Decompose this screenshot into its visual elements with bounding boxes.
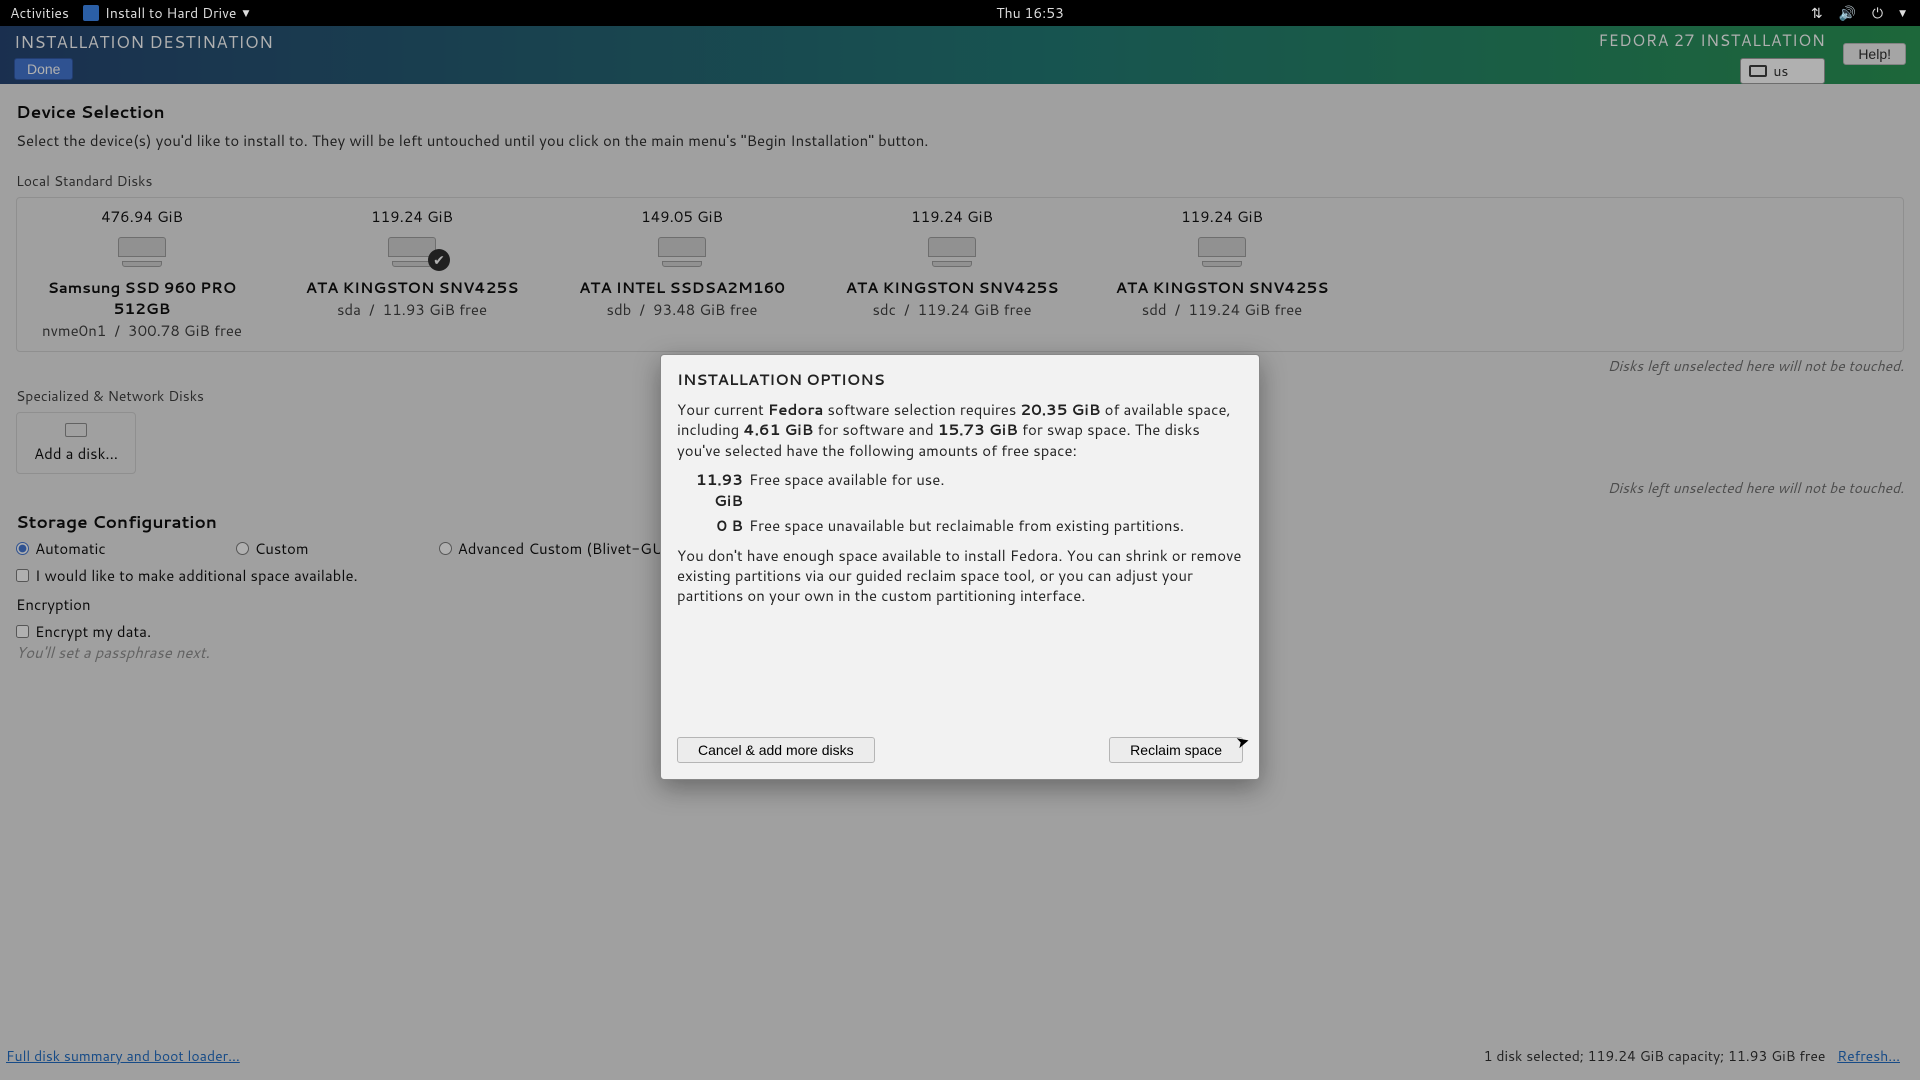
checkbox-label: I would like to make additional space av…	[35, 565, 358, 586]
installer-brand: FEDORA 27 INSTALLATION	[1598, 29, 1825, 52]
disk-capacity: 119.24 GiB	[911, 206, 993, 227]
app-menu[interactable]: Install to Hard Drive ▼	[83, 3, 249, 23]
disk-device: sdb / 93.48 GiB free	[607, 299, 758, 320]
disk-capacity: 476.94 GiB	[101, 206, 183, 227]
hard-drive-icon: ✔	[118, 237, 166, 267]
modal-title: INSTALLATION OPTIONS	[677, 369, 1243, 390]
anaconda-header: INSTALLATION DESTINATION Done FEDORA 27 …	[0, 26, 1920, 84]
watermark: L I N O X I D E . C O M	[8, 975, 860, 1040]
disk-item[interactable]: 476.94 GiB ✔ Samsung SSD 960 PRO 512GBnvme…	[27, 206, 257, 341]
disk-summary-link[interactable]: Full disk summary and boot loader...	[6, 1046, 240, 1066]
modal-requirements-text: Your current Fedora software selection r…	[677, 400, 1243, 461]
modal-advice-text: You don't have enough space available to…	[677, 546, 1243, 607]
local-disks-row: 476.94 GiB ✔ Samsung SSD 960 PRO 512GBnvme…	[16, 197, 1904, 352]
radio-custom[interactable]: Custom	[236, 538, 309, 559]
disk-model: ATA KINGSTON SNV425S	[846, 277, 1059, 298]
gnome-topbar: Activities Install to Hard Drive ▼ Thu 1…	[0, 0, 1920, 26]
device-selection-heading: Device Selection	[16, 100, 1904, 124]
radio-label: Advanced Custom (Blivet-GUI)	[458, 538, 675, 559]
volume-icon[interactable]: 🔊	[1839, 3, 1856, 23]
hard-drive-icon: ✔	[1198, 237, 1246, 267]
disk-model: ATA KINGSTON SNV425S	[306, 277, 519, 298]
network-icon[interactable]: ⇅	[1811, 3, 1823, 23]
free-space-row: 11.93 GiB Free space available for use.	[677, 469, 1243, 511]
local-disks-label: Local Standard Disks	[16, 171, 1904, 191]
reclaimable-space-row: 0 B Free space unavailable but reclaimab…	[677, 515, 1243, 536]
keyboard-layout-label: us	[1773, 61, 1788, 81]
clock[interactable]: Thu 16:53	[249, 3, 1810, 23]
disk-item[interactable]: 149.05 GiB ✔ ATA INTEL SSDSA2M160sdb / 93.…	[567, 206, 797, 341]
disk-device: sdc / 119.24 GiB free	[872, 299, 1031, 320]
disk-capacity: 119.24 GiB	[1181, 206, 1263, 227]
disk-icon	[65, 423, 87, 437]
check-icon: ✔	[428, 249, 450, 271]
refresh-link[interactable]: Refresh...	[1837, 1046, 1900, 1066]
radio-blivet[interactable]: Advanced Custom (Blivet-GUI)	[439, 538, 675, 559]
status-line: 1 disk selected; 119.24 GiB capacity; 11…	[1484, 1046, 1900, 1066]
checkbox-label: Encrypt my data.	[35, 621, 151, 642]
disk-device: nvme0n1 / 300.78 GiB free	[42, 320, 242, 341]
chevron-down-icon: ▼	[1899, 6, 1906, 19]
page-title: INSTALLATION DESTINATION	[14, 30, 1598, 54]
done-button[interactable]: Done	[14, 58, 73, 80]
cancel-add-disks-button[interactable]: Cancel & add more disks	[677, 737, 875, 763]
anaconda-icon	[83, 5, 99, 21]
power-icon[interactable]: ⏻	[1872, 3, 1883, 23]
radio-automatic[interactable]: Automatic	[16, 538, 106, 559]
disk-item[interactable]: 119.24 GiB ✔ ATA KINGSTON SNV425Ssdd / 119…	[1107, 206, 1337, 341]
disk-item[interactable]: 119.24 GiB ✔ ATA KINGSTON SNV425Ssda / 11.…	[297, 206, 527, 341]
disk-device: sda / 11.93 GiB free	[337, 299, 487, 320]
app-menu-label: Install to Hard Drive	[105, 3, 237, 23]
keyboard-icon	[1749, 65, 1767, 77]
disk-capacity: 149.05 GiB	[641, 206, 723, 227]
hard-drive-icon: ✔	[928, 237, 976, 267]
hard-drive-icon: ✔	[658, 237, 706, 267]
chevron-down-icon: ▼	[242, 6, 249, 19]
device-selection-subtitle: Select the device(s) you'd like to insta…	[16, 130, 1904, 151]
disk-model: ATA KINGSTON SNV425S	[1116, 277, 1329, 298]
installation-options-modal: INSTALLATION OPTIONS Your current Fedora…	[660, 354, 1260, 780]
radio-label: Custom	[255, 538, 309, 559]
encrypt-hint: You'll set a passphrase next.	[16, 642, 210, 663]
disk-model: Samsung SSD 960 PRO 512GB	[27, 277, 257, 319]
radio-label: Automatic	[35, 538, 106, 559]
hard-drive-icon: ✔	[388, 237, 436, 267]
keyboard-layout-indicator[interactable]: us	[1740, 58, 1825, 84]
disk-capacity: 119.24 GiB	[371, 206, 453, 227]
help-button[interactable]: Help!	[1843, 43, 1906, 65]
disk-model: ATA INTEL SSDSA2M160	[579, 277, 785, 298]
add-disk-button[interactable]: Add a disk...	[16, 412, 136, 474]
disk-device: sdd / 119.24 GiB free	[1142, 299, 1303, 320]
disk-item[interactable]: 119.24 GiB ✔ ATA KINGSTON SNV425Ssdc / 119…	[837, 206, 1067, 341]
reclaim-space-button[interactable]: Reclaim space	[1109, 737, 1243, 763]
add-disk-label: Add a disk...	[34, 443, 118, 464]
activities-button[interactable]: Activities	[10, 3, 69, 23]
